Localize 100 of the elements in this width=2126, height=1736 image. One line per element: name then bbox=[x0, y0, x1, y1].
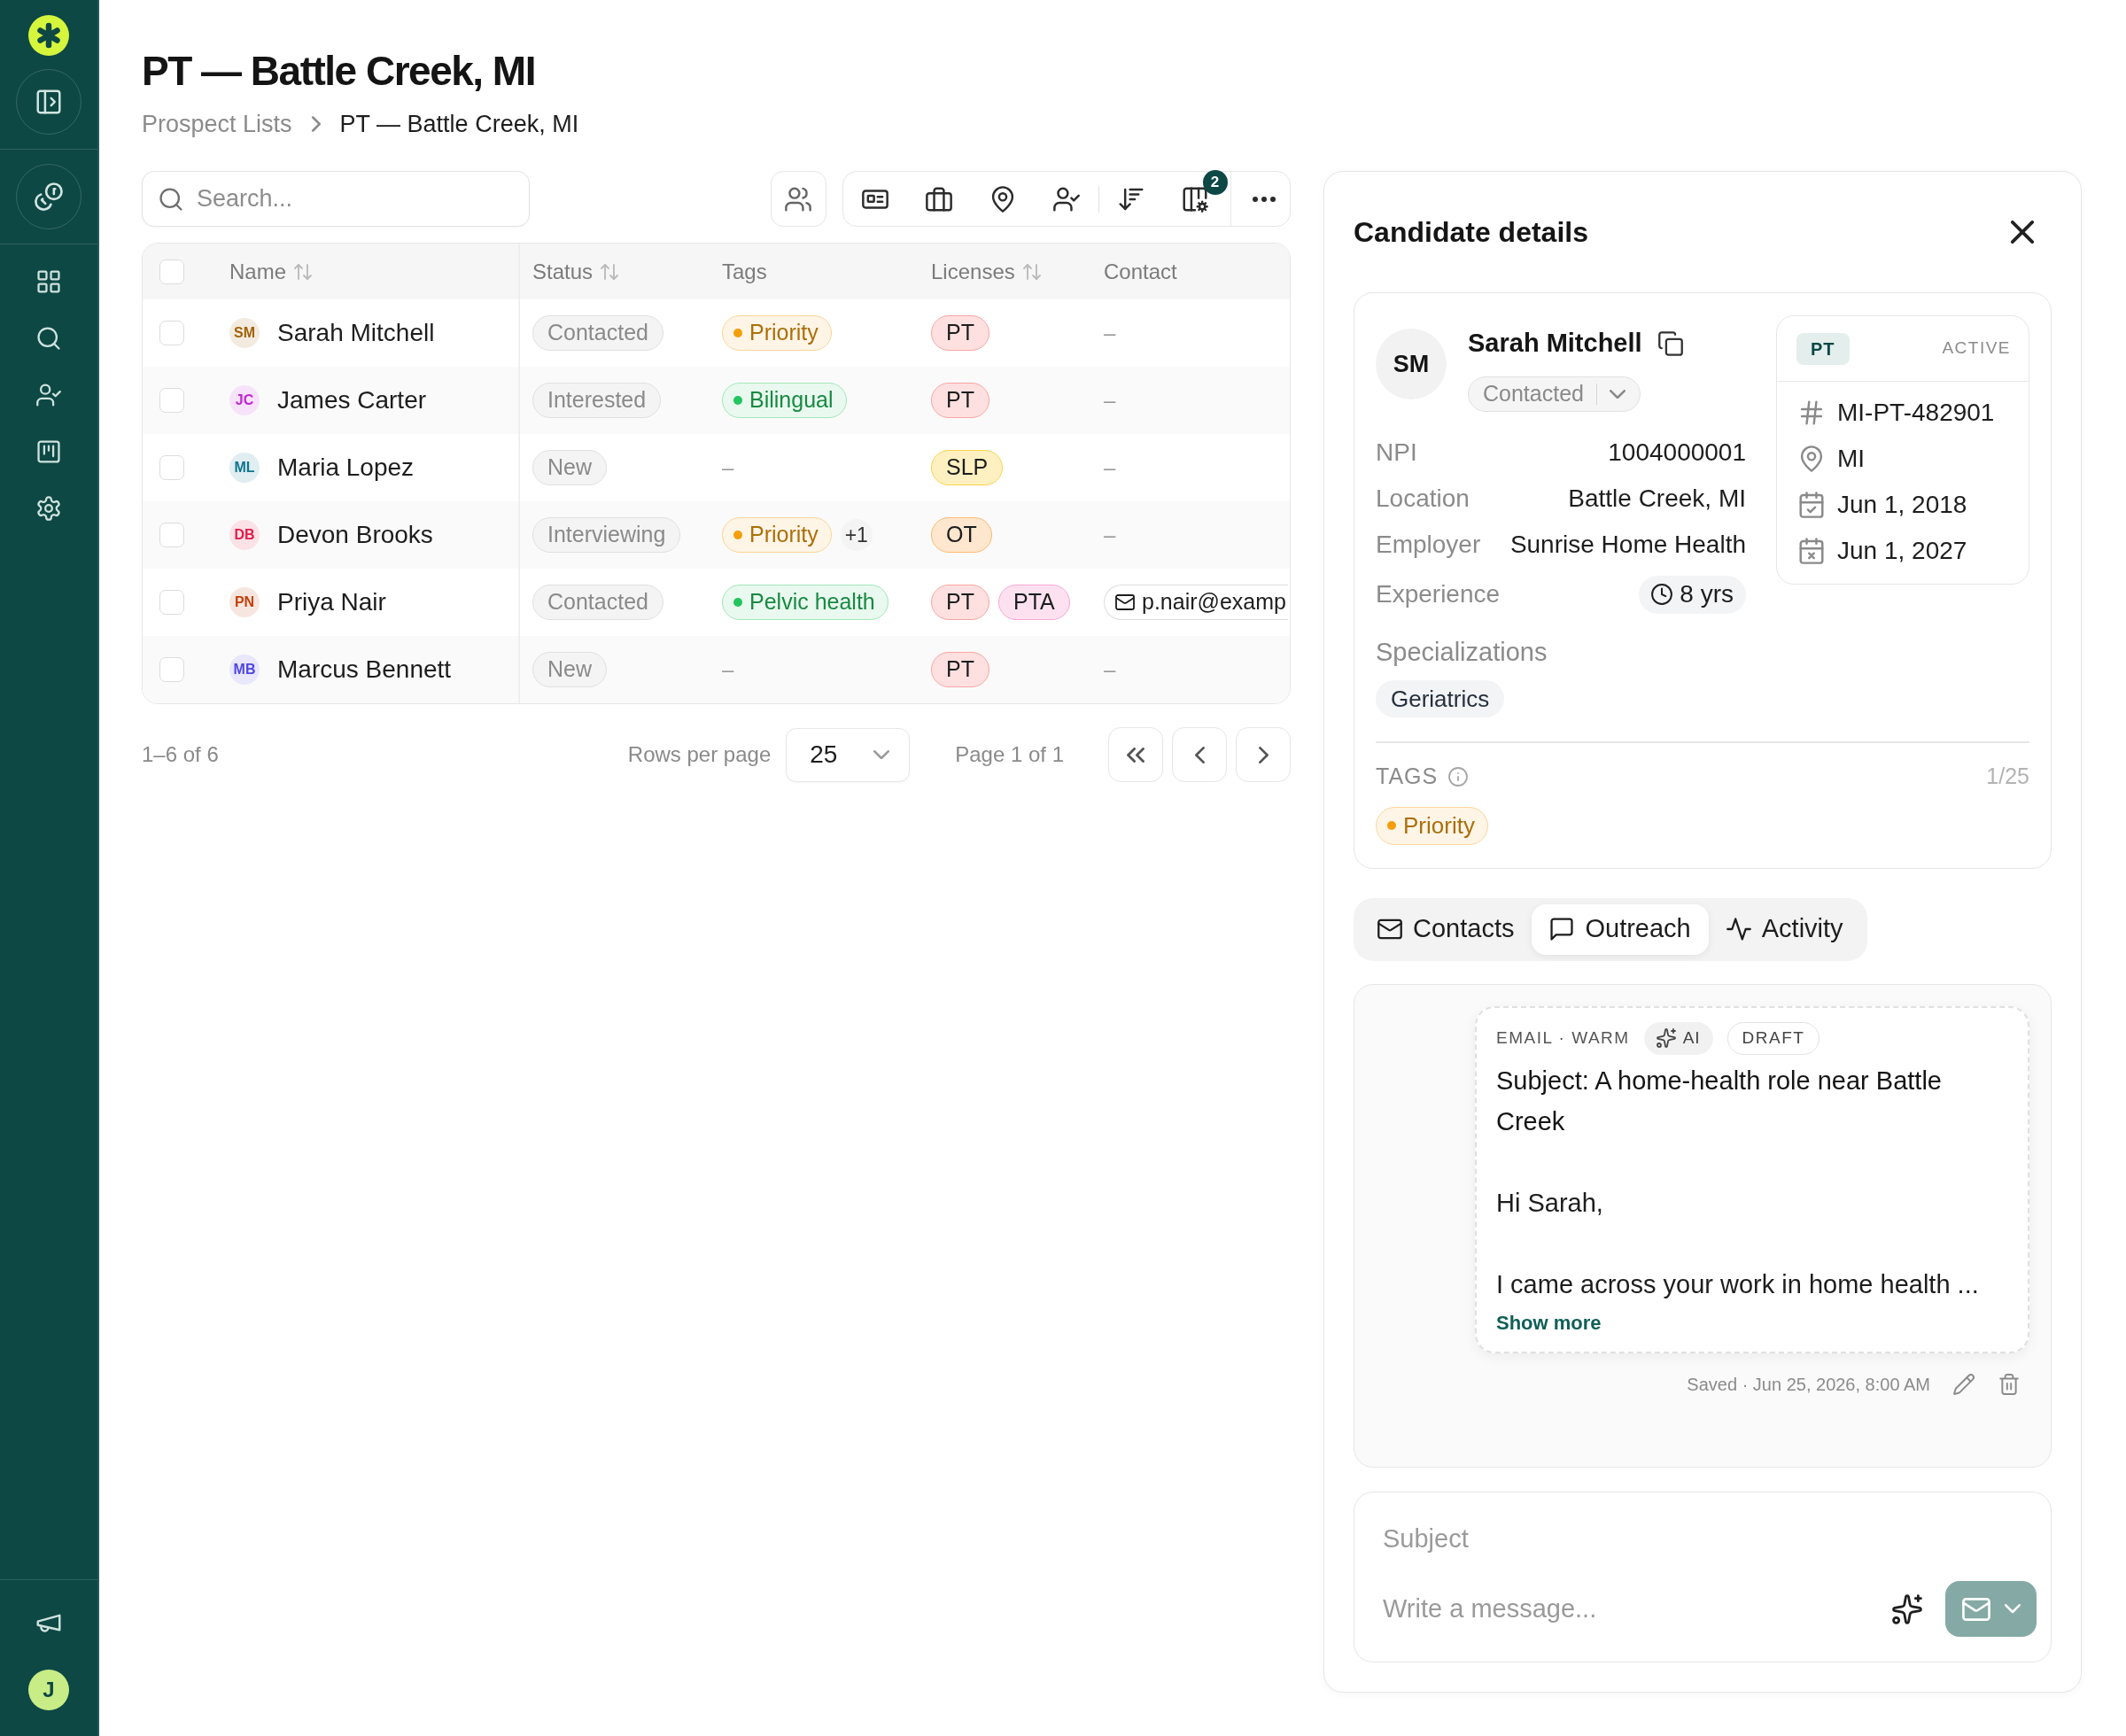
table-row[interactable]: PN Priya Nair Contacted Pelvic health PT PTA p.nair@examp bbox=[143, 569, 1290, 636]
field-label: NPI bbox=[1376, 438, 1417, 468]
column-header[interactable]: Status bbox=[520, 244, 710, 299]
grid-icon bbox=[36, 269, 61, 294]
breadcrumb-current: PT — Battle Creek, MI bbox=[339, 110, 579, 139]
field-value: Battle Creek, MI bbox=[1568, 484, 1746, 514]
table-row[interactable]: JC James Carter Interested Bilingual PT – bbox=[143, 367, 1290, 434]
count-badge: 2 bbox=[1202, 169, 1228, 195]
license-number: MI-PT-482901 bbox=[1837, 398, 1995, 428]
row-checkbox[interactable] bbox=[159, 388, 184, 413]
more-tags-count: +1 bbox=[840, 519, 873, 551]
message-field[interactable]: Write a message... bbox=[1383, 1589, 1892, 1629]
subject-field[interactable]: Subject bbox=[1383, 1519, 1914, 1558]
status-pill: Interviewing bbox=[532, 517, 681, 553]
tab[interactable]: Contacts bbox=[1360, 903, 1532, 955]
status-pill: New bbox=[532, 450, 607, 485]
avatar-initials: MB bbox=[229, 655, 260, 685]
chevron-right-icon bbox=[1258, 746, 1269, 763]
rows-per-page-select[interactable]: 25 bbox=[786, 727, 911, 782]
status-pill: New bbox=[532, 652, 607, 687]
board-icon bbox=[36, 439, 61, 464]
page-indicator: Page 1 of 1 bbox=[955, 741, 1064, 768]
candidate-name: Sarah Mitchell bbox=[277, 318, 435, 348]
search-field[interactable]: Search... bbox=[142, 171, 530, 227]
field-label: Experience bbox=[1376, 579, 1501, 609]
user-check-icon bbox=[36, 383, 61, 407]
candidate-name: Devon Brooks bbox=[277, 520, 433, 550]
row-checkbox[interactable] bbox=[159, 590, 184, 615]
first-page-button[interactable] bbox=[1108, 727, 1163, 782]
table-row[interactable]: SM Sarah Mitchell Contacted Priority PT – bbox=[143, 299, 1290, 367]
empty-value: – bbox=[1104, 387, 1116, 414]
issue-date: Jun 1, 2018 bbox=[1837, 490, 1967, 520]
row-range-text: 1–6 of 6 bbox=[142, 741, 219, 768]
column-header[interactable]: Name bbox=[201, 244, 520, 299]
section-label: TAGS bbox=[1376, 762, 1439, 790]
ai-label: AI bbox=[1682, 1027, 1701, 1049]
license-state: MI bbox=[1837, 444, 1866, 474]
tag-label: Bilingual bbox=[749, 386, 834, 415]
table-row[interactable]: ML Maria Lopez New – SLP – bbox=[143, 434, 1290, 501]
user-avatar[interactable]: J bbox=[28, 1670, 69, 1710]
row-checkbox[interactable] bbox=[159, 455, 184, 480]
tab[interactable]: Outreach bbox=[1532, 903, 1709, 955]
tag-label: Priority bbox=[749, 319, 819, 347]
field-value: Sunrise Home Health bbox=[1509, 530, 1746, 560]
copy-icon bbox=[1657, 331, 1683, 356]
email-chip[interactable]: p.nair@examp bbox=[1104, 585, 1288, 620]
users-icon bbox=[785, 185, 811, 213]
candidate-name: Priya Nair bbox=[277, 587, 386, 617]
tag-label: Pelvic health bbox=[749, 588, 875, 616]
empty-value: – bbox=[1104, 320, 1116, 346]
columns-gear-icon bbox=[1181, 185, 1208, 213]
trash-icon bbox=[1998, 1373, 2020, 1395]
table-row[interactable]: DB Devon Brooks Interviewing Priority +1 OT – bbox=[143, 501, 1290, 569]
select-all-checkbox[interactable] bbox=[159, 259, 184, 284]
people-button[interactable] bbox=[770, 171, 826, 227]
logo-icon bbox=[28, 15, 69, 56]
chat-bubble-icon bbox=[1549, 917, 1575, 942]
table-row[interactable]: MB Marcus Bennett New – PT – bbox=[143, 636, 1290, 703]
show-more-link[interactable]: Show more bbox=[1496, 1309, 1602, 1337]
edit-button[interactable] bbox=[1953, 1373, 1975, 1395]
column-header[interactable]: Licenses bbox=[919, 244, 1091, 299]
info-icon bbox=[1448, 766, 1469, 787]
calendar-check-icon bbox=[1798, 492, 1825, 518]
coins-icon bbox=[35, 182, 63, 211]
avatar-initials: JC bbox=[229, 385, 260, 415]
tab[interactable]: Activity bbox=[1708, 903, 1861, 955]
candidate-name: Maria Lopez bbox=[277, 453, 415, 483]
clock-icon bbox=[1651, 584, 1673, 605]
mail-icon bbox=[1115, 593, 1135, 612]
page-title: PT — Battle Creek, MI bbox=[142, 47, 535, 96]
field-label: Location bbox=[1376, 484, 1470, 514]
status-pill: Contacted bbox=[532, 315, 663, 351]
ai-assist-button[interactable] bbox=[1892, 1593, 1922, 1624]
license-pill: PT bbox=[931, 652, 989, 687]
row-checkbox[interactable] bbox=[159, 657, 184, 682]
pulse-icon bbox=[1726, 917, 1751, 942]
profile-avatar: SM bbox=[1376, 329, 1447, 399]
saved-timestamp: Saved · Jun 25, 2026, 8:00 AM bbox=[1687, 1373, 1930, 1396]
delete-button[interactable] bbox=[1998, 1373, 2020, 1395]
row-checkbox[interactable] bbox=[159, 321, 184, 345]
section-label: Specializations bbox=[1376, 638, 1548, 666]
mail-icon bbox=[1377, 917, 1402, 942]
license-status: ACTIVE bbox=[1942, 337, 2011, 360]
email-text: p.nair@examp bbox=[1142, 588, 1286, 616]
sparkles-icon bbox=[1656, 1028, 1676, 1048]
pencil-icon bbox=[1953, 1373, 1975, 1395]
calendar-x-icon bbox=[1798, 538, 1825, 564]
status-pill: Contacted bbox=[532, 585, 663, 620]
candidate-name: James Carter bbox=[277, 385, 427, 415]
row-checkbox[interactable] bbox=[159, 523, 184, 547]
email-subject: Subject: A home-health role near Battle Creek bbox=[1496, 1065, 1943, 1137]
license-pill: PT bbox=[931, 383, 989, 418]
briefcase-icon bbox=[925, 185, 952, 213]
license-pill: PT bbox=[931, 315, 989, 351]
chevron-left-icon bbox=[1194, 746, 1205, 763]
map-pin-icon bbox=[1798, 446, 1825, 472]
avatar-initials: SM bbox=[229, 318, 260, 348]
sparkles-icon bbox=[1892, 1593, 1922, 1624]
sort-arrows-icon bbox=[293, 261, 314, 282]
hash-icon bbox=[1798, 399, 1825, 426]
